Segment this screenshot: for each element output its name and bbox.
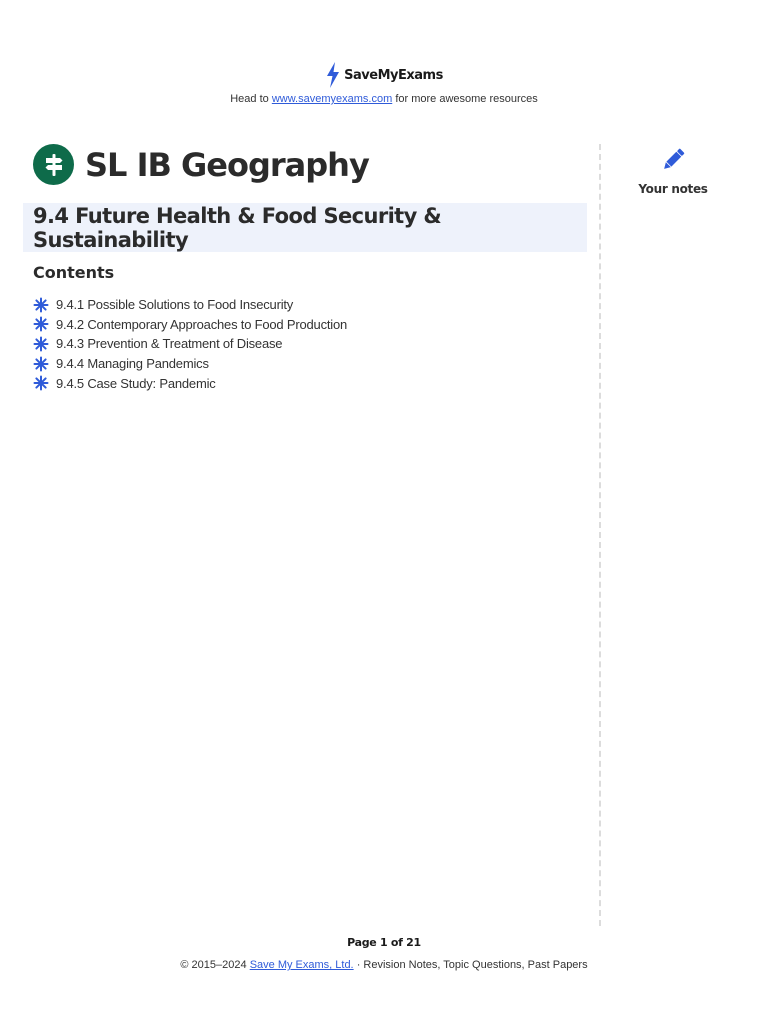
page-footer: Page 1 of 21 © 2015–2024 Save My Exams, … [0, 936, 768, 971]
asterisk-star-icon [33, 336, 49, 352]
notes-divider [599, 144, 601, 926]
website-link[interactable]: www.savemyexams.com [272, 93, 392, 105]
notes-panel[interactable]: Your notes [628, 145, 718, 196]
copyright-link[interactable]: Save My Exams, Ltd. [250, 959, 354, 971]
signpost-icon [33, 144, 74, 185]
contents-item-label: 9.4.4 Managing Pandemics [56, 356, 209, 372]
contents-item[interactable]: 9.4.1 Possible Solutions to Food Insecur… [33, 295, 347, 315]
pencil-icon [664, 148, 685, 169]
contents-item-label: 9.4.2 Contemporary Approaches to Food Pr… [56, 316, 348, 332]
topic-title: 9.4 Future Health & Food Security & Sust… [33, 203, 442, 252]
asterisk-star-icon [33, 356, 49, 372]
contents-item-label: 9.4.3 Prevention & Treatment of Disease [56, 336, 283, 352]
copyright: © 2015–2024 Save My Exams, Ltd. · Revisi… [0, 959, 768, 971]
brand-name: SaveMyExams [344, 67, 443, 83]
page-number: Page 1 of 21 [347, 936, 421, 949]
lightning-bolt-icon [327, 62, 340, 88]
subject-title: SL IB Geography [85, 145, 370, 184]
contents-item[interactable]: 9.4.3 Prevention & Treatment of Disease [33, 334, 347, 354]
topic-banner: 9.4 Future Health & Food Security & Sust… [23, 203, 587, 252]
subject-heading: SL IB Geography [33, 144, 370, 185]
contents-list: 9.4.1 Possible Solutions to Food Insecur… [33, 295, 347, 393]
asterisk-star-icon [33, 316, 49, 332]
copyright-suffix: · Revision Notes, Topic Questions, Past … [356, 959, 588, 971]
copyright-prefix: © 2015–2024 [180, 959, 247, 971]
contents-item-label: 9.4.5 Case Study: Pandemic [56, 375, 216, 391]
contents-item[interactable]: 9.4.5 Case Study: Pandemic [33, 373, 347, 393]
notes-label: Your notes [638, 182, 708, 196]
tagline-suffix: for more awesome resources [395, 93, 538, 105]
tagline: Head to www.savemyexams.com for more awe… [0, 93, 768, 105]
contents-item-label: 9.4.1 Possible Solutions to Food Insecur… [56, 297, 294, 313]
contents-item[interactable]: 9.4.2 Contemporary Approaches to Food Pr… [33, 315, 347, 335]
tagline-prefix: Head to [230, 93, 269, 105]
asterisk-star-icon [33, 297, 49, 313]
brand-logo[interactable]: SaveMyExams [325, 60, 443, 90]
page-header: SaveMyExams Head to www.savemyexams.com … [0, 60, 768, 105]
contents-item[interactable]: 9.4.4 Managing Pandemics [33, 354, 347, 374]
asterisk-star-icon [33, 375, 49, 391]
contents-heading: Contents [33, 263, 115, 282]
